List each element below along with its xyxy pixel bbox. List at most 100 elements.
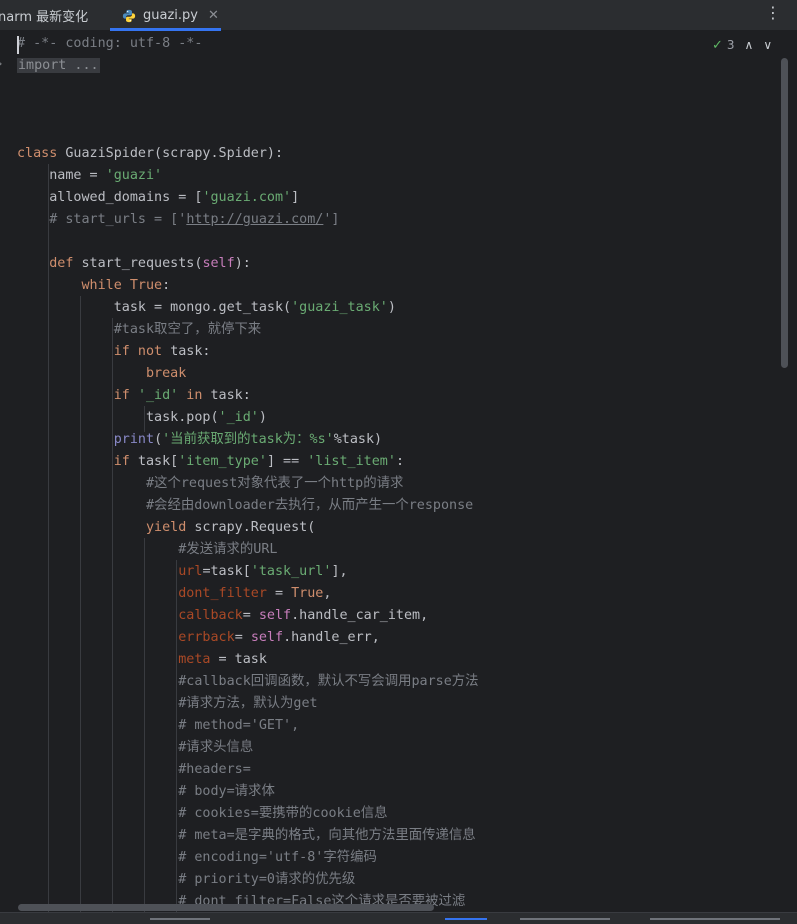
code-token: , [323,586,332,601]
code-line: #task取空了，就停下来 [17,319,261,341]
code-token: self [202,256,235,271]
code-token: #请求方法，默认为get [17,696,318,711]
code-token: task: [170,344,211,359]
code-token: '当前获取到的task为：%s' [162,432,334,447]
code-line: if '_id' in task: [17,385,251,407]
code-line: name = 'guazi' [17,165,162,187]
code-line: # encoding='utf-8'字符编码 [17,847,377,869]
code-token: http://guazi.com/ [186,212,324,227]
code-token: = [242,608,259,623]
code-line: allowed_domains = ['guazi.com'] [17,187,299,209]
code-token: # -*- coding: utf-8 -*- [17,36,203,51]
code-token: ], [331,564,348,579]
code-token: # meta=是字典的格式，向其他方法里面传递信息 [17,828,476,843]
code-token: #这个request对象代表了一个http的请求 [17,476,404,491]
code-line: #会经由downloader去执行，从而产生一个response [17,495,473,517]
code-token: 'guazi' [105,168,163,183]
code-line: yield scrapy.Request( [17,517,315,539]
code-line: # body=请求体 [17,781,275,803]
close-icon[interactable]: ✕ [208,8,219,23]
code-token: url [178,564,203,579]
code-token: %task) [333,432,383,447]
code-token: task.pop( [17,410,219,425]
code-line: # meta=是字典的格式，向其他方法里面传递信息 [17,825,476,847]
previous-highlight-icon[interactable]: ∧ [745,38,754,52]
code-token: # cookies=要携带的cookie信息 [17,806,388,821]
code-line: # -*- coding: utf-8 -*- [17,33,202,55]
code-editor[interactable]: # -*- coding: utf-8 -*- import ... class G… [0,32,797,924]
python-file-icon [122,9,136,22]
code-token: : [395,454,404,469]
code-token: #callback回调函数，默认不写会调用parse方法 [17,674,479,689]
code-token: #请求头信息 [17,740,254,755]
code-token: #会经由downloader去执行，从而产生一个response [17,498,474,513]
code-token: if not [113,344,171,359]
inspection-count: 3 [726,38,735,52]
code-token: 'item_type' [178,454,267,469]
code-token: def [49,256,82,271]
code-token: =task[ [202,564,251,579]
code-token: print [113,432,155,447]
code-line: def start_requests(self): [17,253,251,275]
code-token: self [258,608,292,623]
status-item [445,918,487,920]
code-line: task.pop('_id') [17,407,267,429]
tab-guazi-py[interactable]: guazi.py ✕ [110,0,221,31]
code-token: = [266,586,292,601]
code-line: #headers= [17,759,251,781]
code-token: task = mongo.get_task( [17,300,292,315]
code-token: .handle_car_item, [291,608,429,623]
code-token: callback [178,608,243,623]
code-token: '_id' [218,410,259,425]
code-token: # method='GET', [17,718,300,733]
check-icon: ✓ [712,37,723,53]
code-line: #请求方法，默认为get [17,693,318,715]
vertical-scrollbar[interactable] [781,58,788,368]
code-token: .handle_err, [283,630,380,645]
code-line: # priority=0请求的优先级 [17,869,355,891]
code-token: # priority=0请求的优先级 [17,872,356,887]
tab-pycharm-changes[interactable]: narm 最新变化 [0,0,88,31]
code-token: ] == [266,454,308,469]
code-token: task[ [137,454,179,469]
more-options-icon[interactable]: ⋮ [765,5,781,21]
code-line: errback= self.handle_err, [17,627,380,649]
code-line: url=task['task_url'], [17,561,348,583]
code-line: meta = task [17,649,267,671]
status-item [520,918,610,920]
code-token: True [291,586,324,601]
status-bar [0,912,797,924]
text-caret [17,36,19,54]
horizontal-scrollbar[interactable] [18,904,434,911]
code-token: class [17,146,66,161]
editor-tab-bar: narm 最新变化 guazi.py ✕ ⋮ [0,0,797,31]
code-token: in [178,388,211,403]
fold-chevron-icon[interactable]: › [0,57,8,71]
code-token: yield [146,520,195,535]
code-token: 'list_item' [307,454,396,469]
code-token: 'guazi_task' [291,300,388,315]
code-token: break [146,366,187,381]
code-token: # encoding='utf-8'字符编码 [17,850,377,865]
code-token: errback [178,630,235,645]
tab-label: guazi.py [143,8,198,23]
inspection-widget[interactable]: ✓ 3 ∧ ∨ [712,36,772,54]
code-token: self [250,630,284,645]
code-line: callback= self.handle_car_item, [17,605,428,627]
code-token: import ... [17,58,100,73]
status-item [150,918,210,920]
code-token: task: [210,388,251,403]
code-line: if not task: [17,341,211,363]
next-highlight-icon[interactable]: ∨ [763,38,772,52]
code-token: allowed_domains = [ [17,190,203,205]
code-line: #callback回调函数，默认不写会调用parse方法 [17,671,479,693]
